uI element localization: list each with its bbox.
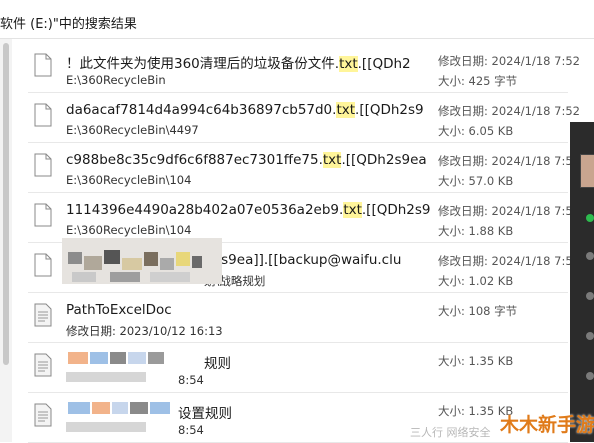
chat-icon[interactable] [586, 214, 594, 222]
search-result-row[interactable]: PathToExcelDoc 修改日期: 2023/10/12 16:13 大小… [28, 296, 568, 343]
file-size: 大小: 1.02 KB [438, 274, 514, 288]
file-name: c988be8c35c9df6c6f887ec7301ffe75.txt.[[Q… [66, 152, 427, 168]
file-size: 大小: 425 字节 [438, 74, 518, 88]
search-result-row[interactable]: ！此文件夹为使用360清理后的垃圾备份文件.txt.[[QDh2 E:\360R… [28, 46, 580, 93]
box-icon[interactable] [586, 292, 594, 300]
match-highlight: txt [336, 102, 356, 118]
file-name: da6acaf7814d4a994c64b36897cb57d0.txt.[[Q… [66, 102, 424, 118]
file-size: 大小: 57.0 KB [438, 174, 514, 188]
search-result-row[interactable]: da6acaf7814d4a994c64b36897cb57d0.txt.[[Q… [28, 96, 580, 143]
file-name: 规则 [204, 356, 231, 372]
modified-date: 修改日期: 2024/1/18 7:5 [438, 154, 573, 168]
window-title: 软件 (E:)"中的搜索结果 [0, 17, 137, 32]
file-icon [34, 53, 52, 77]
search-result-row[interactable]: c988be8c35c9df6c6f887ec7301ffe75.txt.[[Q… [28, 146, 573, 193]
file-icon [34, 153, 52, 177]
star-icon[interactable] [586, 372, 594, 380]
document-icon [34, 403, 52, 427]
modified-date: 修改日期: 2023/10/12 16:13 [66, 324, 223, 338]
file-icon [34, 253, 52, 277]
modified-date: 8:54 [178, 373, 204, 387]
file-size: 大小: 1.88 KB [438, 224, 514, 238]
avatar[interactable] [580, 154, 594, 188]
modified-date: 修改日期: 2024/1/18 7:52 [438, 104, 580, 118]
file-size: 大小: 108 字节 [438, 304, 518, 318]
file-icon [34, 103, 52, 127]
scrollbar-thumb[interactable] [3, 43, 9, 365]
side-app-panel [570, 122, 594, 442]
file-path: E:\360RecycleBin [66, 73, 166, 87]
search-result-row[interactable]: 1114396e4490a28b402a07e0536a2eb9.txt.[[Q… [28, 196, 573, 243]
file-icon [34, 203, 52, 227]
file-size: 大小: 1.35 KB [438, 354, 514, 368]
file-size: 大小: 6.05 KB [438, 124, 514, 138]
file-name: h2s9ea]].[[backup@waifu.clu [204, 252, 402, 268]
modified-date: 修改日期: 2024/1/18 7:5 [438, 254, 573, 268]
document-icon [34, 303, 52, 327]
modified-date: 修改日期: 2024/1/18 7:5 [438, 204, 573, 218]
file-name: PathToExcelDoc [66, 302, 172, 318]
title-bar: 软件 (E:)"中的搜索结果 [0, 0, 594, 39]
modified-date: 修改日期: 2024/1/18 7:52 [438, 54, 580, 68]
file-path: E:\360RecycleBin\104 [66, 173, 192, 187]
document-icon [34, 353, 52, 377]
settings-icon[interactable] [586, 332, 594, 340]
contacts-icon[interactable] [586, 252, 594, 260]
match-highlight: txt [322, 152, 342, 168]
file-name: ！此文件夹为使用360清理后的垃圾备份文件.txt.[[QDh2 [66, 56, 411, 72]
watermark-faint: 三人行 网络安全 [410, 426, 491, 439]
file-path: E:\360RecycleBin\104 [66, 223, 192, 237]
watermark-logo: 木木新手游 [500, 414, 594, 436]
match-highlight: txt [339, 56, 358, 72]
match-highlight: txt [343, 202, 362, 218]
modified-date: 8:54 [178, 423, 204, 437]
file-name: 1114396e4490a28b402a07e0536a2eb9.txt.[[Q… [66, 202, 431, 218]
vertical-scrollbar[interactable] [0, 39, 12, 442]
file-path: E:\360RecycleBin\4497 [66, 123, 199, 137]
search-result-row[interactable]: 规则 8:54 大小: 1.35 KB [28, 346, 568, 393]
